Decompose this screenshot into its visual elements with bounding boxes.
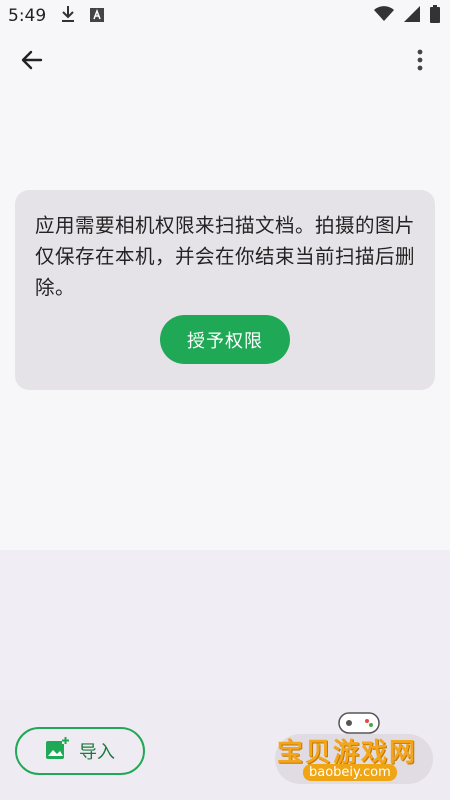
watermark-logo: 宝贝游戏网 baobeiy.com <box>275 708 440 793</box>
back-button[interactable] <box>14 42 50 78</box>
permission-card: 应用需要相机权限来扫描文档。拍摄的图片仅保存在本机，并会在你结束当前扫描后删除。… <box>15 190 435 390</box>
overflow-menu-button[interactable] <box>402 42 438 78</box>
permission-message: 应用需要相机权限来扫描文档。拍摄的图片仅保存在本机，并会在你结束当前扫描后删除。 <box>35 214 416 299</box>
more-vert-icon <box>417 49 423 71</box>
arrow-left-icon <box>21 50 43 70</box>
signal-icon <box>404 6 420 26</box>
add-photo-icon <box>45 736 69 766</box>
battery-icon <box>430 5 440 27</box>
download-icon <box>60 5 76 27</box>
import-button[interactable]: 导入 <box>15 727 145 775</box>
status-bar: 5:49 <box>0 0 450 32</box>
font-a-icon <box>90 7 105 26</box>
bottom-bar: 导入 宝贝游戏网 baobeiy.com <box>0 700 450 800</box>
grant-permission-button[interactable]: 授予权限 <box>160 315 290 364</box>
preview-area <box>0 550 450 700</box>
wifi-icon <box>374 6 394 26</box>
watermark-url: baobeiy.com <box>303 764 397 781</box>
status-time: 5:49 <box>8 6 47 26</box>
import-label: 导入 <box>79 742 115 763</box>
app-bar <box>0 32 450 88</box>
